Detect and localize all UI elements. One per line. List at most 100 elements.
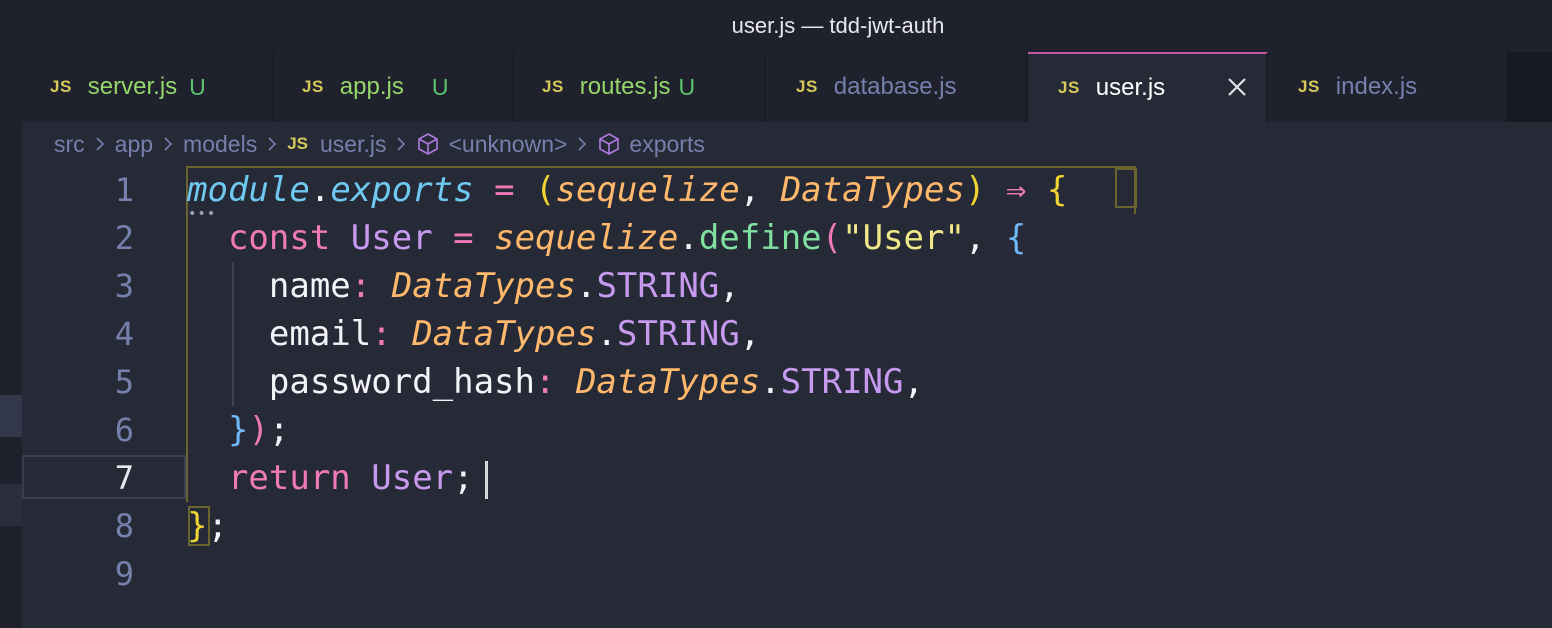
token: DataTypes (391, 266, 576, 306)
token: ; (453, 458, 474, 498)
breadcrumb-symbol-label: <unknown> (448, 130, 568, 157)
js-file-icon: JS (796, 77, 818, 96)
breadcrumb-file-label: user.js (320, 130, 387, 157)
close-icon[interactable] (1226, 76, 1248, 98)
token: DataTypes (780, 170, 965, 210)
tab-label: index.js (1335, 73, 1418, 100)
token: const (227, 218, 331, 258)
token: . (309, 170, 331, 210)
token: ) (964, 170, 986, 210)
untracked-badge: U (431, 73, 449, 100)
js-file-icon: JS (1058, 78, 1080, 97)
token: return (227, 458, 351, 498)
code-editor[interactable]: ••• 1 module.exports = (sequelize, DataT… (22, 166, 1552, 628)
token: : (535, 362, 576, 402)
token: } (187, 506, 208, 546)
code-text: password_hash: DataTypes.STRING, (187, 362, 924, 402)
token: module (187, 170, 310, 210)
token: "User" (842, 218, 965, 258)
token: STRING (616, 314, 740, 354)
symbol-module-icon (418, 133, 439, 155)
token: ; (268, 410, 290, 450)
token: sequelize (555, 170, 740, 210)
token: ⇒ (985, 170, 1047, 210)
tab-label: user.js (1095, 74, 1166, 101)
token: . (760, 362, 781, 402)
js-file-icon: JS (50, 77, 72, 96)
token: . (596, 314, 617, 354)
token: : (350, 266, 392, 306)
code-text: }; (187, 506, 228, 546)
symbol-module-icon (599, 133, 620, 155)
tab-user-js[interactable]: JS user.js (1028, 52, 1268, 122)
breadcrumb-symbol-label: exports (629, 130, 705, 157)
code-line: 1 module.exports = (sequelize, DataTypes… (22, 166, 1552, 214)
line-number: 7 (114, 459, 134, 497)
js-file-icon: JS (302, 77, 324, 96)
token: { (1005, 218, 1027, 258)
chevron-right-icon (96, 137, 104, 151)
breadcrumb-item-models[interactable]: models (183, 131, 257, 158)
code-line: 2 const User = sequelize.define("User", … (22, 214, 1552, 262)
token: sequelize (494, 218, 679, 258)
tab-app-js[interactable]: JS app.js U (274, 52, 514, 122)
breadcrumb-item-src[interactable]: src (54, 131, 85, 158)
activity-indicator (0, 484, 22, 526)
window-title: user.js — tdd-jwt-auth (731, 13, 945, 38)
token: . (678, 218, 699, 258)
chevron-right-icon (268, 137, 277, 151)
untracked-badge: U (189, 73, 206, 100)
token: , (964, 218, 1006, 258)
token: define (698, 218, 822, 258)
line-number: 3 (114, 267, 134, 305)
token: . (575, 266, 597, 306)
tab-index-js[interactable]: JS index.js (1268, 52, 1508, 122)
line-number: 1 (114, 171, 134, 209)
code-line: 8 }; (22, 502, 1552, 550)
chevron-right-icon (397, 137, 406, 151)
breadcrumb-item-exports[interactable]: exports (597, 130, 705, 158)
code-line: 7 return User; (22, 454, 1552, 502)
title-bar: user.js — tdd-jwt-auth (0, 0, 1552, 52)
tab-label: routes.js (579, 73, 671, 100)
tab-database-js[interactable]: JS database.js (766, 52, 1028, 122)
tab-server-js[interactable]: JS server.js U (22, 52, 274, 122)
token: exports (330, 170, 474, 210)
breadcrumb-item-unknown[interactable]: <unknown> (416, 131, 567, 158)
token: DataTypes (575, 362, 761, 402)
code-line: 6 }); (22, 406, 1552, 454)
breadcrumb-item-file[interactable]: JS user.js (287, 131, 386, 158)
activity-indicator (0, 395, 22, 437)
token: name (268, 266, 351, 306)
token: = (432, 218, 495, 258)
token: } (227, 410, 249, 450)
token: ) (248, 410, 269, 450)
text-cursor (485, 461, 488, 499)
chevron-right-icon (578, 137, 587, 151)
tab-routes-js[interactable]: JS routes.js U (514, 52, 766, 122)
code-text: email: DataTypes.STRING, (187, 314, 760, 354)
token: User (371, 458, 454, 498)
token: { (1046, 170, 1068, 210)
line-number: 8 (114, 507, 134, 545)
token: , (903, 362, 924, 402)
js-file-icon: JS (287, 134, 308, 153)
token: ( (535, 170, 556, 210)
token: = (473, 170, 536, 210)
line-number: 5 (114, 363, 134, 401)
code-line: 4 email: DataTypes.STRING, (22, 310, 1552, 358)
tab-label: database.js (833, 73, 957, 100)
token: STRING (596, 266, 720, 306)
code-text: module.exports = (sequelize, DataTypes) … (187, 170, 1067, 210)
untracked-badge: U (678, 73, 696, 100)
tab-bar: JS server.js U JS app.js U JS routes.js … (22, 52, 1552, 122)
breadcrumb-item-app[interactable]: app (115, 131, 153, 158)
